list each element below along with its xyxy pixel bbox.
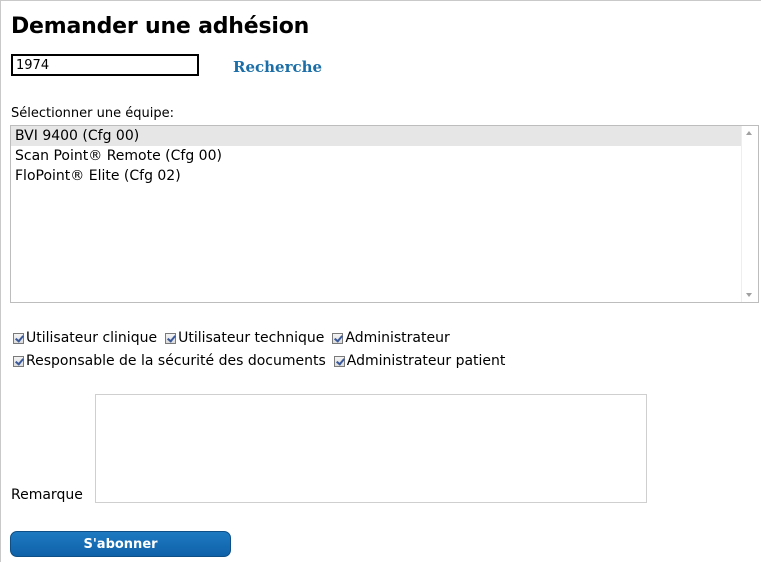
role-label: Administrateur patient (346, 353, 506, 369)
team-option[interactable]: FloPoint® Elite (Cfg 02) (11, 166, 741, 186)
remark-textarea[interactable] (95, 394, 647, 503)
scroll-down-icon[interactable] (746, 293, 752, 297)
checkbox-checked-icon[interactable] (333, 355, 345, 367)
role-document-security-officer[interactable]: Responsable de la sécurité des documents (13, 353, 326, 369)
roles-row-1: Utilisateur clinique Utilisateur techniq… (13, 329, 458, 347)
listbox-scrollbar[interactable] (741, 126, 758, 302)
role-technical-user[interactable]: Utilisateur technique (165, 330, 324, 346)
page-title: Demander une adhésion (11, 14, 310, 39)
scroll-up-icon[interactable] (746, 131, 752, 135)
team-option[interactable]: BVI 9400 (Cfg 00) (11, 126, 741, 146)
checkbox-checked-icon[interactable] (13, 332, 24, 344)
team-select-label: Sélectionner une équipe: (11, 106, 174, 121)
role-patient-administrator[interactable]: Administrateur patient (333, 353, 506, 369)
search-link[interactable]: Recherche (233, 58, 322, 76)
role-clinical-user[interactable]: Utilisateur clinique (13, 330, 157, 346)
frame-left-border (0, 0, 1, 562)
frame-top-border (0, 0, 761, 1)
role-label: Utilisateur technique (178, 330, 325, 346)
checkbox-checked-icon[interactable] (13, 355, 24, 367)
roles-row-2: Responsable de la sécurité des documents… (13, 352, 513, 370)
team-listbox[interactable]: BVI 9400 (Cfg 00) Scan Point® Remote (Cf… (10, 125, 759, 303)
checkbox-checked-icon[interactable] (332, 332, 344, 344)
search-input[interactable] (11, 54, 199, 76)
remark-label: Remarque (11, 487, 83, 503)
role-label: Responsable de la sécurité des documents (26, 353, 326, 369)
role-label: Administrateur (345, 330, 450, 346)
checkbox-checked-icon[interactable] (165, 332, 177, 344)
subscribe-button[interactable]: S'abonner (10, 531, 231, 557)
team-option[interactable]: Scan Point® Remote (Cfg 00) (11, 146, 741, 166)
role-label: Utilisateur clinique (26, 330, 158, 346)
role-administrator[interactable]: Administrateur (332, 330, 450, 346)
